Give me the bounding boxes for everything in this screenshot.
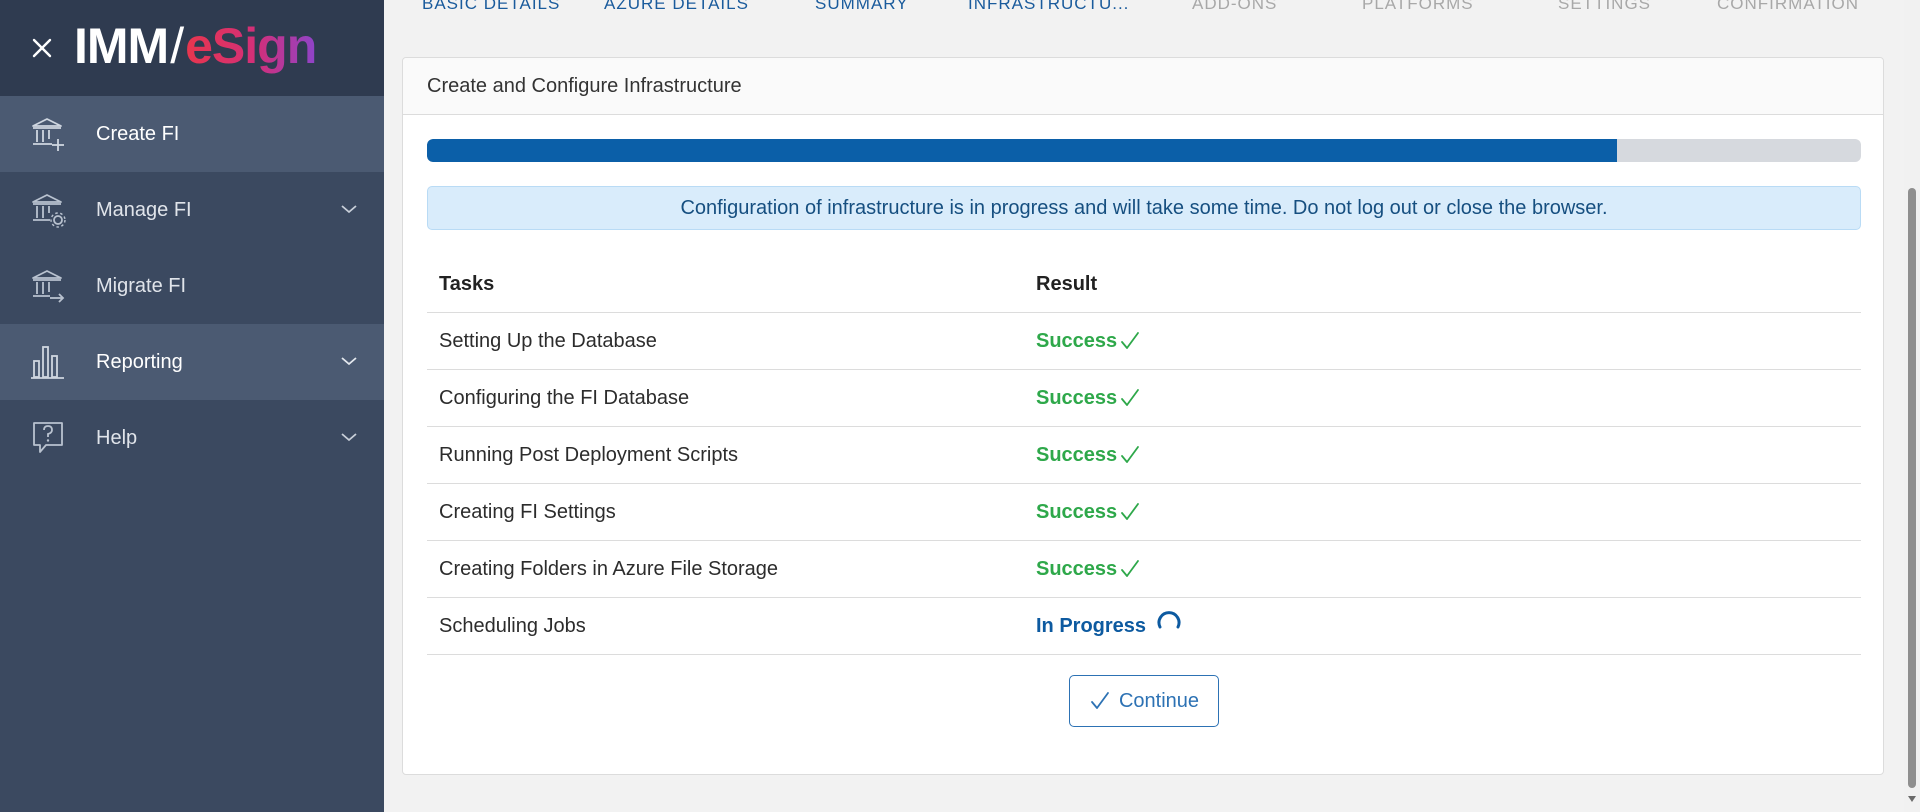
task-name: Creating Folders in Azure File Storage — [427, 540, 1024, 598]
column-header-tasks: Tasks — [427, 256, 1024, 313]
status-text: Success — [1036, 443, 1118, 466]
status-success: Success — [1036, 444, 1141, 467]
card-title: Create and Configure Infrastructure — [403, 58, 1883, 115]
chevron-down-icon — [341, 205, 357, 214]
tab-settings[interactable]: SETTINGS — [1558, 0, 1651, 14]
progress-bar — [427, 139, 1861, 162]
check-icon — [1121, 332, 1140, 349]
status-success: Success — [1036, 330, 1141, 353]
sidebar-item-label: Manage FI — [96, 198, 192, 221]
task-result: Success — [1024, 312, 1861, 370]
tab-infrastructure[interactable]: INFRASTRUCTU... — [968, 0, 1129, 14]
check-icon — [1121, 560, 1140, 577]
bank-arrow-icon — [32, 270, 65, 303]
check-icon — [1121, 446, 1140, 463]
sidebar: IMM / eSign Create FI Manage FI Migrate … — [0, 0, 384, 812]
table-row: Scheduling Jobs In Progress — [427, 597, 1861, 655]
task-result: In Progress — [1024, 597, 1861, 655]
chevron-down-icon — [341, 433, 357, 442]
bank-gear-icon — [32, 194, 66, 228]
sidebar-item-label: Create FI — [96, 122, 180, 145]
table-row: Configuring the FI Database Success — [427, 369, 1861, 427]
logo-esign: eSign — [185, 18, 317, 74]
logo-slash: / — [170, 18, 184, 74]
status-text: Success — [1036, 386, 1118, 409]
sidebar-item-help[interactable]: Help — [0, 400, 384, 476]
status-success: Success — [1036, 501, 1141, 524]
app-logo: IMM / eSign — [74, 10, 317, 82]
spinner-icon — [1157, 611, 1181, 629]
status-success: Success — [1036, 558, 1141, 581]
tab-confirmation[interactable]: CONFIRMATION — [1717, 0, 1859, 14]
task-result: Success — [1024, 483, 1861, 541]
progress-bar-fill — [427, 139, 1618, 162]
table-row: Running Post Deployment Scripts Success — [427, 426, 1861, 484]
sidebar-item-create-fi[interactable]: Create FI — [0, 96, 384, 172]
tab-azure-details[interactable]: AZURE DETAILS — [604, 0, 749, 14]
status-in-progress: In Progress — [1036, 611, 1182, 638]
sidebar-item-label: Help — [96, 426, 138, 449]
logo-imm: IMM — [74, 18, 169, 74]
scroll-down-arrow-icon[interactable] — [1908, 796, 1916, 802]
bank-plus-icon — [32, 118, 64, 151]
page-scrollbar[interactable] — [1904, 0, 1920, 812]
column-header-result: Result — [1024, 256, 1861, 313]
task-result: Success — [1024, 540, 1861, 598]
info-banner: Configuration of infrastructure is in pr… — [427, 186, 1861, 230]
sidebar-item-migrate-fi[interactable]: Migrate FI — [0, 248, 384, 324]
sidebar-item-label: Migrate FI — [96, 274, 187, 297]
table-header-row: Tasks Result — [427, 256, 1861, 313]
status-text: In Progress — [1036, 614, 1147, 637]
task-name: Running Post Deployment Scripts — [427, 426, 1024, 484]
sidebar-item-manage-fi[interactable]: Manage FI — [0, 172, 384, 248]
continue-button[interactable]: Continue — [1069, 675, 1219, 727]
sidebar-item-reporting[interactable]: Reporting — [0, 324, 384, 400]
check-icon — [1121, 389, 1140, 406]
table-row: Creating Folders in Azure File Storage S… — [427, 540, 1861, 598]
help-bubble-icon — [33, 422, 63, 453]
task-result: Success — [1024, 426, 1861, 484]
status-text: Success — [1036, 500, 1118, 523]
task-name: Configuring the FI Database — [427, 369, 1024, 427]
check-icon — [1091, 692, 1109, 709]
continue-button-label: Continue — [1118, 689, 1200, 712]
bar-chart-icon — [31, 346, 64, 379]
sidebar-header: IMM / eSign — [0, 0, 384, 96]
chevron-down-icon — [341, 357, 357, 366]
infrastructure-card: Create and Configure Infrastructure Conf… — [402, 57, 1884, 775]
task-name: Creating FI Settings — [427, 483, 1024, 541]
status-text: Success — [1036, 557, 1118, 580]
close-icon[interactable] — [28, 34, 56, 62]
task-name: Setting Up the Database — [427, 312, 1024, 370]
sidebar-item-label: Reporting — [96, 350, 183, 373]
tab-summary[interactable]: SUMMARY — [815, 0, 909, 14]
table-row: Creating FI Settings Success — [427, 483, 1861, 541]
task-result: Success — [1024, 369, 1861, 427]
tab-add-ons[interactable]: ADD-ONS — [1192, 0, 1277, 14]
tab-basic-details[interactable]: BASIC DETAILS — [422, 0, 560, 14]
scrollbar-thumb[interactable] — [1908, 188, 1916, 788]
task-name: Scheduling Jobs — [427, 597, 1024, 655]
tab-platforms[interactable]: PLATFORMS — [1362, 0, 1474, 14]
status-success: Success — [1036, 387, 1141, 410]
stepper-tabs: BASIC DETAILS AZURE DETAILS SUMMARY INFR… — [384, 0, 1904, 20]
status-text: Success — [1036, 329, 1118, 352]
check-icon — [1121, 503, 1140, 520]
tasks-table: Tasks Result Setting Up the Database Suc… — [427, 256, 1861, 655]
table-row: Setting Up the Database Success — [427, 312, 1861, 370]
